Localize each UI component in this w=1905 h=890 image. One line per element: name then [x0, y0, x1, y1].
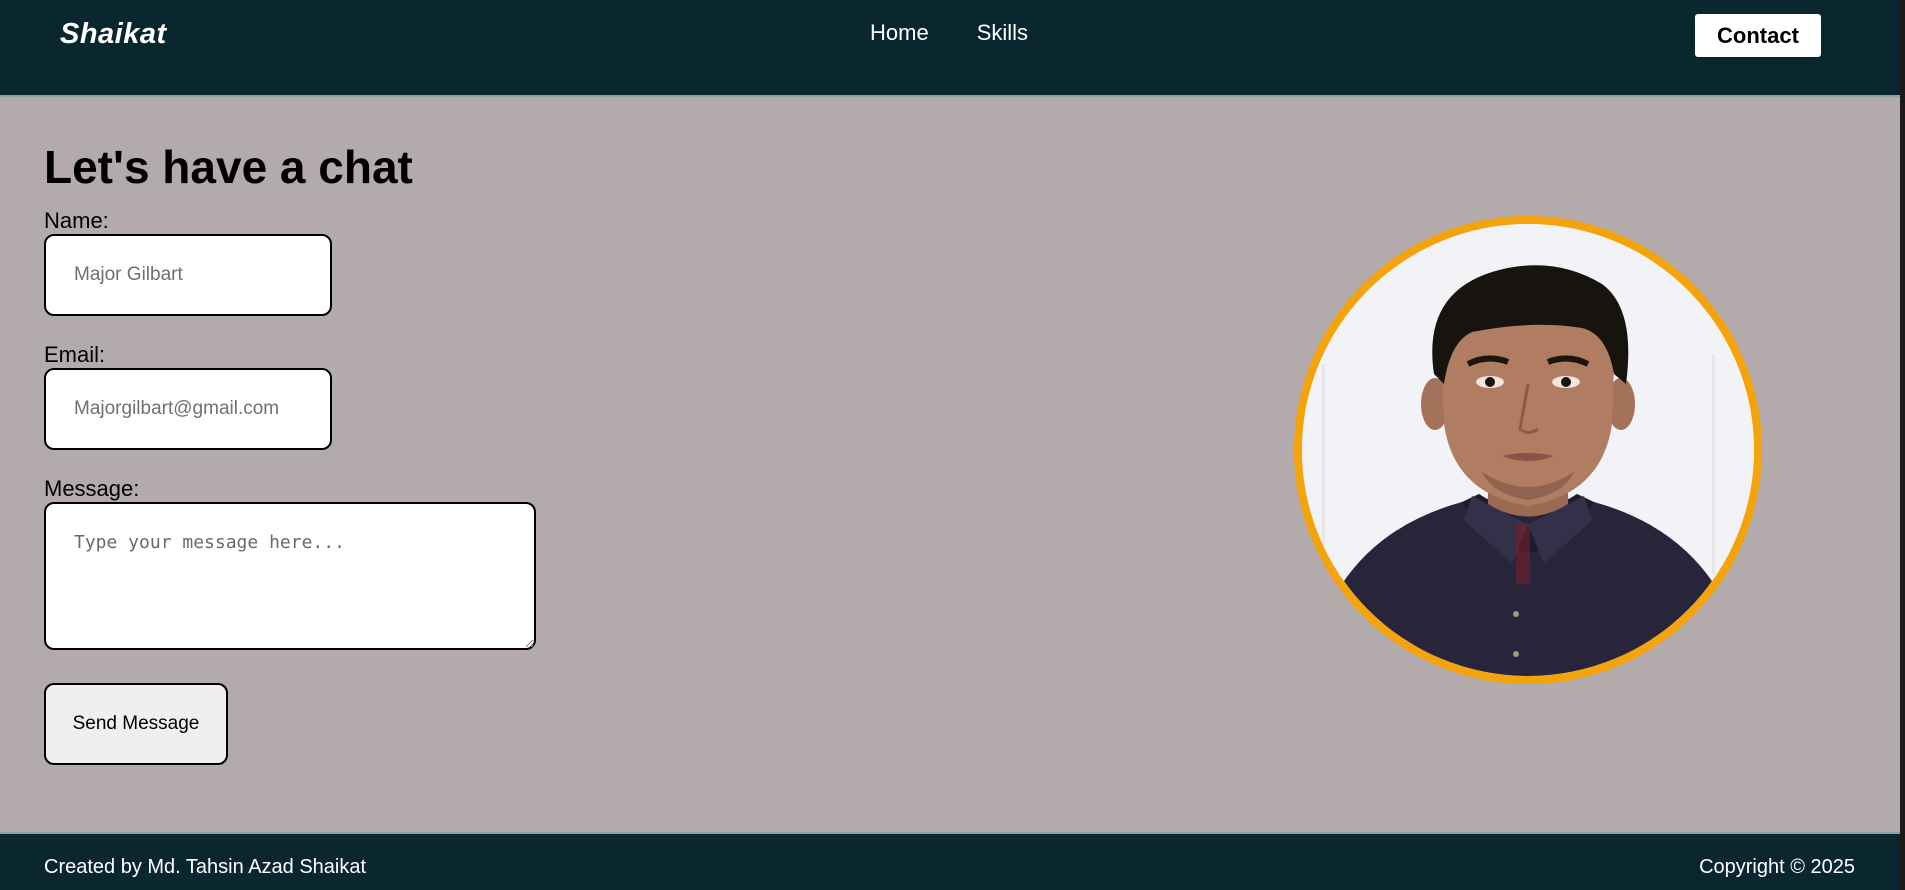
send-message-button[interactable]: Send Message: [44, 683, 228, 765]
footer-credit: Created by Md. Tahsin Azad Shaikat: [44, 856, 367, 878]
footer-copyright: Copyright © 2025: [1699, 856, 1855, 878]
nav-links: Home Skills: [870, 20, 1028, 46]
message-label: Message:: [44, 476, 140, 501]
message-textarea[interactable]: [44, 502, 536, 650]
contact-button[interactable]: Contact: [1695, 14, 1821, 57]
window-scrollbar[interactable]: [1900, 0, 1905, 890]
page-title: Let's have a chat: [44, 141, 413, 193]
email-input[interactable]: [44, 368, 332, 450]
nav-link-skills[interactable]: Skills: [977, 20, 1028, 46]
profile-photo: [1294, 216, 1762, 684]
name-input[interactable]: [44, 234, 332, 316]
navbar: Shaikat Home Skills Contact: [0, 0, 1900, 97]
name-label: Name:: [44, 208, 109, 233]
email-label: Email:: [44, 342, 106, 367]
footer: Created by Md. Tahsin Azad Shaikat Copyr…: [0, 832, 1900, 890]
nav-link-home[interactable]: Home: [870, 20, 929, 46]
portrait-illustration: [1302, 224, 1754, 676]
site-logo[interactable]: Shaikat: [60, 18, 167, 51]
